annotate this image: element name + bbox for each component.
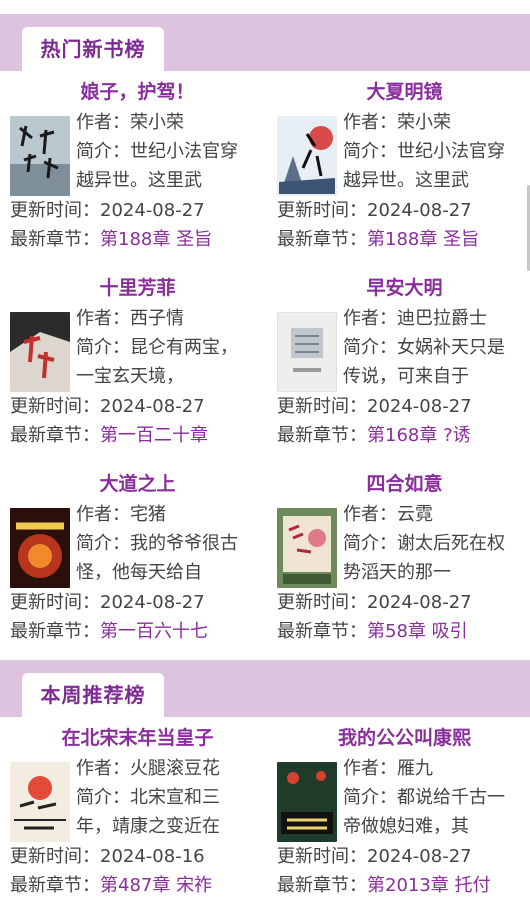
book-title[interactable]: 十里芳菲 [10, 274, 265, 302]
chapter-label: 最新章节： [277, 425, 367, 446]
update-time: 2024-08-27 [367, 200, 472, 221]
update-time: 2024-08-16 [100, 846, 205, 867]
author-label: 作者： [343, 112, 397, 133]
intro-label: 简介： [343, 337, 397, 358]
intro-label: 简介： [76, 787, 130, 808]
book-card[interactable]: 早安大明 作者：迪巴拉爵士 简介：女娲补天只是传说，可来自于 更新时间：2024… [277, 274, 530, 464]
intro-label: 简介： [76, 337, 130, 358]
update-label: 更新时间： [277, 592, 367, 613]
book-cover[interactable] [277, 508, 337, 588]
latest-chapter-link[interactable]: 第188章 圣旨 [367, 229, 479, 250]
book-title[interactable]: 我的公公叫康熙 [277, 724, 530, 752]
book-card[interactable]: 在北宋末年当皇子 作者：火腿滚豆花 简介：北宋宣和三年，靖康之变近在 更新时间：… [10, 724, 265, 914]
latest-chapter-link[interactable]: 第168章 ?诱 [367, 425, 471, 446]
book-cover[interactable] [277, 312, 337, 392]
chapter-label: 最新章节： [10, 621, 100, 642]
book-cover[interactable] [277, 116, 337, 196]
author-name[interactable]: 火腿滚豆花 [130, 758, 220, 779]
intro-label: 简介： [76, 533, 130, 554]
intro-label: 简介： [343, 787, 397, 808]
update-label: 更新时间： [277, 396, 367, 417]
book-card[interactable]: 大道之上 作者：宅猪 简介：我的爷爷很古怪，他每天给自 更新时间：2024-08… [10, 470, 265, 660]
chapter-label: 最新章节： [277, 875, 367, 896]
update-time: 2024-08-27 [367, 396, 472, 417]
book-title[interactable]: 大道之上 [10, 470, 265, 498]
book-card[interactable]: 娘子，护驾！ 作者：荣小荣 简介：世纪小法官穿越异世。这里武 更新时间：2024… [10, 78, 265, 268]
author-name[interactable]: 西子情 [130, 308, 184, 329]
update-time: 2024-08-27 [367, 592, 472, 613]
author-label: 作者： [76, 504, 130, 525]
update-label: 更新时间： [10, 396, 100, 417]
latest-chapter-link[interactable]: 第487章 宋祚 [100, 875, 212, 896]
update-time: 2024-08-27 [367, 846, 472, 867]
book-cover[interactable] [277, 762, 337, 842]
author-label: 作者： [76, 308, 130, 329]
book-card[interactable]: 大夏明镜 作者：荣小荣 简介：世纪小法官穿越异世。这里武 更新时间：2024-0… [277, 78, 530, 268]
update-label: 更新时间： [277, 200, 367, 221]
author-name[interactable]: 迪巴拉爵士 [397, 308, 487, 329]
book-title[interactable]: 在北宋末年当皇子 [10, 724, 265, 752]
chapter-label: 最新章节： [10, 875, 100, 896]
book-card[interactable]: 四合如意 作者：云霓 简介：谢太后死在权势滔天的那一 更新时间：2024-08-… [277, 470, 530, 660]
chapter-label: 最新章节： [10, 229, 100, 250]
update-time: 2024-08-27 [100, 396, 205, 417]
section-tab-hot-new[interactable]: 热门新书榜 [22, 27, 164, 71]
chapter-label: 最新章节： [277, 621, 367, 642]
book-cover[interactable] [10, 508, 70, 588]
author-label: 作者： [343, 504, 397, 525]
latest-chapter-link[interactable]: 第188章 圣旨 [100, 229, 212, 250]
author-label: 作者： [343, 758, 397, 779]
author-name[interactable]: 雁九 [397, 758, 433, 779]
book-title[interactable]: 四合如意 [277, 470, 530, 498]
update-label: 更新时间： [10, 200, 100, 221]
section-header-hot-new: 热门新书榜 [0, 14, 530, 71]
latest-chapter-link[interactable]: 第一百六十七 [100, 621, 208, 642]
update-label: 更新时间： [10, 846, 100, 867]
book-card[interactable]: 十里芳菲 作者：西子情 简介：昆仑有两宝，一宝玄天境， 更新时间：2024-08… [10, 274, 265, 464]
book-title[interactable]: 早安大明 [277, 274, 530, 302]
author-label: 作者： [343, 308, 397, 329]
book-cover[interactable] [10, 312, 70, 392]
book-card[interactable]: 我的公公叫康熙 作者：雁九 简介：都说给千古一帝做媳妇难，其 更新时间：2024… [277, 724, 530, 914]
book-cover[interactable] [10, 116, 70, 196]
chapter-label: 最新章节： [277, 229, 367, 250]
author-name[interactable]: 荣小荣 [397, 112, 451, 133]
section-tab-weekly-recommend[interactable]: 本周推荐榜 [22, 673, 164, 717]
book-title[interactable]: 大夏明镜 [277, 78, 530, 106]
latest-chapter-link[interactable]: 第一百二十章 [100, 425, 208, 446]
update-label: 更新时间： [277, 846, 367, 867]
update-time: 2024-08-27 [100, 200, 205, 221]
update-time: 2024-08-27 [100, 592, 205, 613]
author-label: 作者： [76, 758, 130, 779]
intro-label: 简介： [76, 141, 130, 162]
section-header-weekly-recommend: 本周推荐榜 [0, 660, 530, 717]
author-name[interactable]: 荣小荣 [130, 112, 184, 133]
author-label: 作者： [76, 112, 130, 133]
latest-chapter-link[interactable]: 第58章 吸引 [367, 621, 468, 642]
latest-chapter-link[interactable]: 第2013章 托付 [367, 875, 491, 896]
intro-label: 简介： [343, 533, 397, 554]
author-name[interactable]: 云霓 [397, 504, 433, 525]
update-label: 更新时间： [10, 592, 100, 613]
author-name[interactable]: 宅猪 [130, 504, 166, 525]
chapter-label: 最新章节： [10, 425, 100, 446]
book-cover[interactable] [10, 762, 70, 842]
book-title[interactable]: 娘子，护驾！ [10, 78, 265, 106]
intro-label: 简介： [343, 141, 397, 162]
